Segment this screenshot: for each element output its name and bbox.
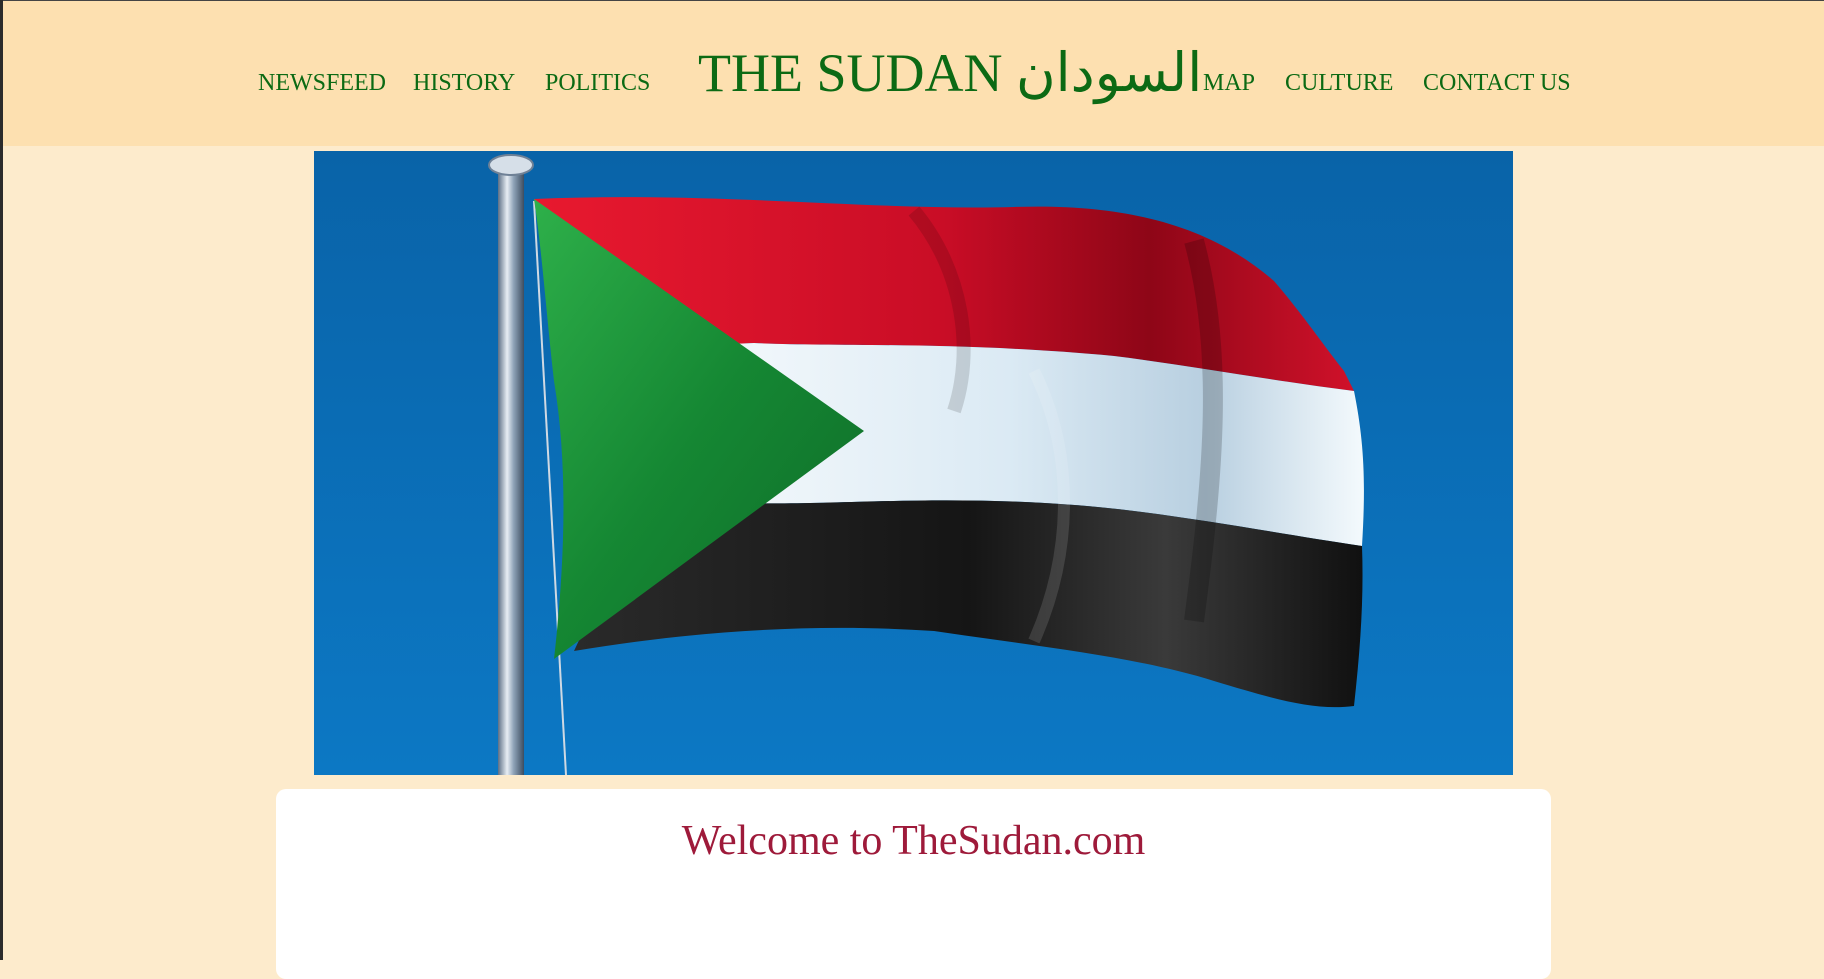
- nav-newsfeed[interactable]: NEWSFEED: [258, 69, 386, 97]
- welcome-card: Welcome to TheSudan.com: [276, 789, 1551, 979]
- hero-flag-image: [314, 151, 1513, 775]
- welcome-heading: Welcome to TheSudan.com: [681, 818, 1146, 864]
- nav-contact-us[interactable]: CONTACT US: [1423, 69, 1571, 97]
- site-title[interactable]: THE SUDAN السودان: [698, 43, 1202, 103]
- sudan-flag-illustration: [314, 151, 1513, 775]
- nav-map[interactable]: MAP: [1203, 69, 1255, 97]
- nav-culture[interactable]: CULTURE: [1285, 69, 1393, 97]
- nav-politics[interactable]: POLITICS: [545, 69, 650, 97]
- nav-history[interactable]: HISTORY: [413, 69, 515, 97]
- site-header: NEWSFEED HISTORY POLITICS THE SUDAN السو…: [3, 1, 1824, 146]
